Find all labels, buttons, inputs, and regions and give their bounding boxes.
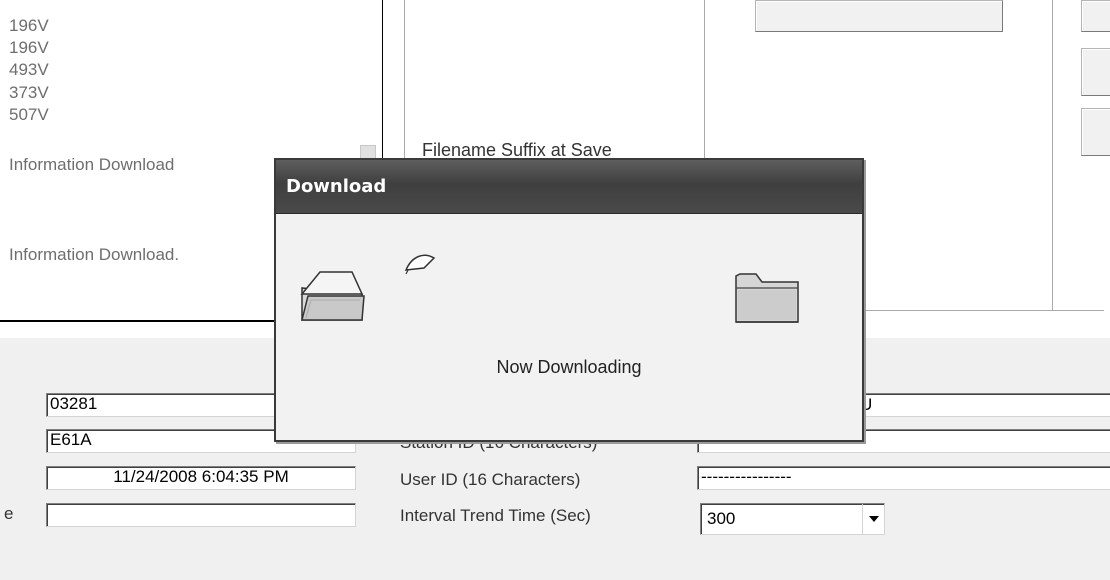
- top-action-button[interactable]: [755, 0, 1003, 32]
- log-line-5: 507V: [9, 105, 49, 124]
- config-column-divider-2: [1052, 0, 1053, 310]
- side-button-1[interactable]: [1081, 0, 1110, 32]
- folder-open-icon: [298, 264, 368, 326]
- log-line-6: Information Download: [9, 155, 175, 174]
- folder-closed-icon: [732, 266, 804, 326]
- user-id-field[interactable]: ----------------: [697, 466, 1110, 490]
- dialog-title: Download: [276, 160, 862, 214]
- log-line-4: 373V: [9, 83, 49, 102]
- left-field-4[interactable]: [46, 503, 356, 527]
- interval-trend-value: 300: [707, 509, 736, 528]
- left-field-4-label: e: [4, 504, 14, 523]
- dialog-body: Now Downloading: [276, 214, 862, 440]
- log-line-3: 493V: [9, 60, 49, 79]
- interval-trend-select[interactable]: 300: [700, 503, 885, 535]
- side-button-2[interactable]: [1081, 48, 1110, 96]
- paper-sheet-icon: [402, 248, 438, 276]
- side-button-3[interactable]: [1081, 108, 1110, 156]
- datetime-field[interactable]: 11/24/2008 6:04:35 PM: [46, 466, 356, 490]
- log-line-2: 196V: [9, 38, 49, 57]
- interval-trend-label: Interval Trend Time (Sec): [400, 506, 591, 525]
- download-status-text: Now Downloading: [496, 357, 642, 377]
- user-id-label: User ID (16 Characters): [400, 470, 581, 489]
- log-line-1: 196V: [9, 16, 49, 35]
- chevron-down-icon[interactable]: [862, 504, 884, 534]
- log-line-7: Information Download.: [9, 245, 180, 264]
- download-dialog: Download Now Downloading: [274, 158, 864, 442]
